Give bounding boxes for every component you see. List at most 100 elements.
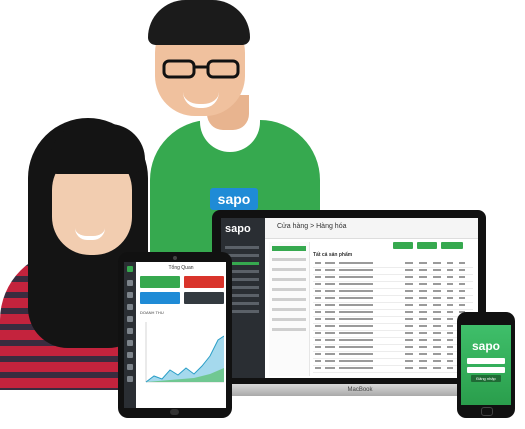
summary-tile-dark[interactable] <box>184 292 224 304</box>
filter-row[interactable] <box>272 268 306 271</box>
action-button[interactable] <box>417 242 437 249</box>
table-cell <box>433 339 441 341</box>
table-cell <box>405 290 413 292</box>
table-cell <box>315 353 321 355</box>
table-row[interactable] <box>313 358 473 359</box>
table-cell <box>419 367 427 369</box>
nav-icon[interactable] <box>127 304 133 310</box>
table-cell <box>405 360 413 362</box>
table-cell <box>339 332 373 334</box>
table-cell <box>339 318 373 320</box>
login-button[interactable]: Đăng nhập <box>471 375 501 382</box>
table-cell <box>419 318 427 320</box>
phone-screen: sapo Đăng nhập <box>461 325 511 405</box>
filter-row[interactable] <box>272 278 306 281</box>
table-cell <box>405 353 413 355</box>
nav-icon[interactable] <box>127 316 133 322</box>
laptop-topbar: Cửa hàng > Hàng hóa <box>265 218 478 239</box>
table-row[interactable] <box>313 351 473 352</box>
table-cell <box>419 339 427 341</box>
table-row[interactable] <box>313 302 473 303</box>
table-row[interactable] <box>313 323 473 324</box>
password-field[interactable] <box>467 367 505 373</box>
table-cell <box>339 311 373 313</box>
nav-icon[interactable] <box>127 340 133 346</box>
table-row[interactable] <box>313 330 473 331</box>
table-cell <box>447 332 453 334</box>
nav-icon[interactable] <box>127 376 133 382</box>
table-row[interactable] <box>313 267 473 268</box>
man-hair <box>148 0 250 45</box>
nav-icon[interactable] <box>127 292 133 298</box>
shirt-sapo-logo: sapo <box>210 188 258 210</box>
filter-row[interactable] <box>272 298 306 301</box>
table-cell <box>325 262 335 264</box>
summary-tile-green[interactable] <box>140 276 180 288</box>
table-cell <box>433 269 441 271</box>
table-cell <box>433 283 441 285</box>
table-cell <box>405 311 413 313</box>
table-cell <box>325 318 335 320</box>
table-cell <box>433 325 441 327</box>
table-cell <box>419 297 427 299</box>
filter-row[interactable] <box>272 318 306 321</box>
table-cell <box>315 297 321 299</box>
table-cell <box>405 318 413 320</box>
table-cell <box>419 311 427 313</box>
menu-icon[interactable] <box>127 266 133 272</box>
table-cell <box>339 290 373 292</box>
summary-tile-red[interactable] <box>184 276 224 288</box>
breadcrumb: Cửa hàng > Hàng hóa <box>277 223 347 230</box>
table-cell <box>447 325 453 327</box>
nav-icon[interactable] <box>127 280 133 286</box>
table-cell <box>447 339 453 341</box>
table-cell <box>325 353 335 355</box>
table-row[interactable] <box>313 337 473 338</box>
sidebar-item[interactable] <box>225 246 259 249</box>
table-title: Tất cả sản phẩm <box>313 252 353 258</box>
table-cell <box>419 283 427 285</box>
filter-row[interactable] <box>272 328 306 331</box>
nav-icon[interactable] <box>127 364 133 370</box>
filter-row[interactable] <box>272 258 306 261</box>
table-cell <box>433 346 441 348</box>
table-cell <box>405 304 413 306</box>
summary-tile-blue[interactable] <box>140 292 180 304</box>
filter-row[interactable] <box>272 288 306 291</box>
nav-icon[interactable] <box>127 352 133 358</box>
table-row[interactable] <box>313 288 473 289</box>
table-cell <box>433 290 441 292</box>
table-row[interactable] <box>313 344 473 345</box>
table-cell <box>339 297 373 299</box>
table-row[interactable] <box>313 309 473 310</box>
table-cell <box>315 318 321 320</box>
table-cell <box>405 367 413 369</box>
table-row[interactable] <box>313 274 473 275</box>
username-field[interactable] <box>467 358 505 364</box>
table-cell <box>419 325 427 327</box>
filter-row[interactable] <box>272 308 306 311</box>
table-cell <box>419 353 427 355</box>
table-cell <box>405 325 413 327</box>
table-row[interactable] <box>313 316 473 317</box>
tablet-title: Tổng Quan <box>168 265 194 271</box>
phone-home-button[interactable] <box>481 407 493 416</box>
tablet-sidebar <box>124 262 136 408</box>
table-cell <box>315 360 321 362</box>
filter-button[interactable] <box>272 246 306 251</box>
action-button[interactable] <box>393 242 413 249</box>
table-cell <box>339 353 373 355</box>
table-row[interactable] <box>313 365 473 366</box>
table-cell <box>325 290 335 292</box>
table-cell <box>419 290 427 292</box>
table-cell <box>459 304 465 306</box>
table-cell <box>339 339 373 341</box>
table-cell <box>447 360 453 362</box>
tablet-home-button[interactable] <box>170 409 179 415</box>
table-row[interactable] <box>313 372 473 373</box>
table-row[interactable] <box>313 295 473 296</box>
nav-icon[interactable] <box>127 328 133 334</box>
revenue-chart <box>145 322 224 383</box>
table-row[interactable] <box>313 281 473 282</box>
action-button[interactable] <box>441 242 463 249</box>
